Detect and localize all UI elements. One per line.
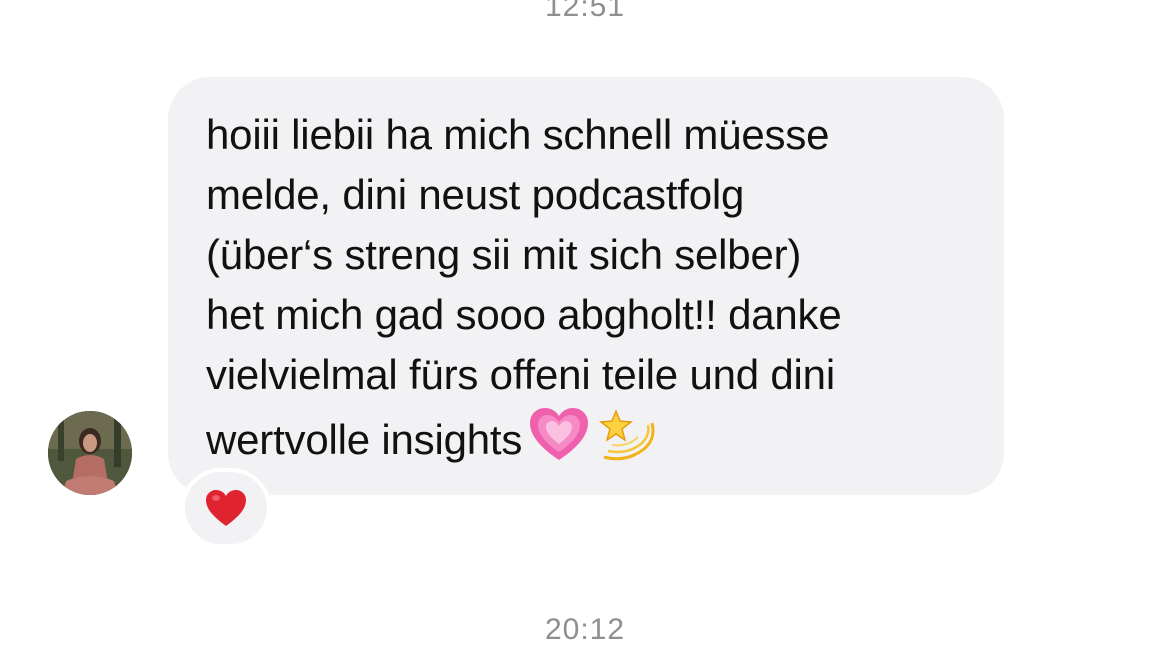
reaction-badge[interactable]	[181, 468, 271, 548]
dizzy-star-icon	[596, 405, 660, 481]
red-heart-icon	[206, 490, 246, 526]
timestamp-top: 12:51	[544, 0, 626, 23]
message-line: melde, dini neust podcastfolg	[206, 171, 745, 218]
growing-heart-icon	[528, 406, 590, 480]
message-line: vielvielmal fürs offeni teile und dini	[206, 351, 835, 398]
message-line: wertvolle insights	[206, 416, 523, 464]
avatar-photo-icon	[48, 411, 132, 495]
message-line: hoiii liebii ha mich schnell müesse	[206, 111, 830, 158]
timestamp-bottom: 20:12	[544, 613, 626, 646]
message-bubble[interactable]: hoiii liebii ha mich schnell müesse meld…	[168, 77, 1004, 495]
message-line: (über‘s streng sii mit sich selber)	[206, 231, 802, 278]
message-line: het mich gad sooo abgholt!! danke	[206, 291, 842, 338]
sender-avatar[interactable]	[48, 411, 132, 495]
message-text: hoiii liebii ha mich schnell müesse meld…	[206, 105, 974, 481]
